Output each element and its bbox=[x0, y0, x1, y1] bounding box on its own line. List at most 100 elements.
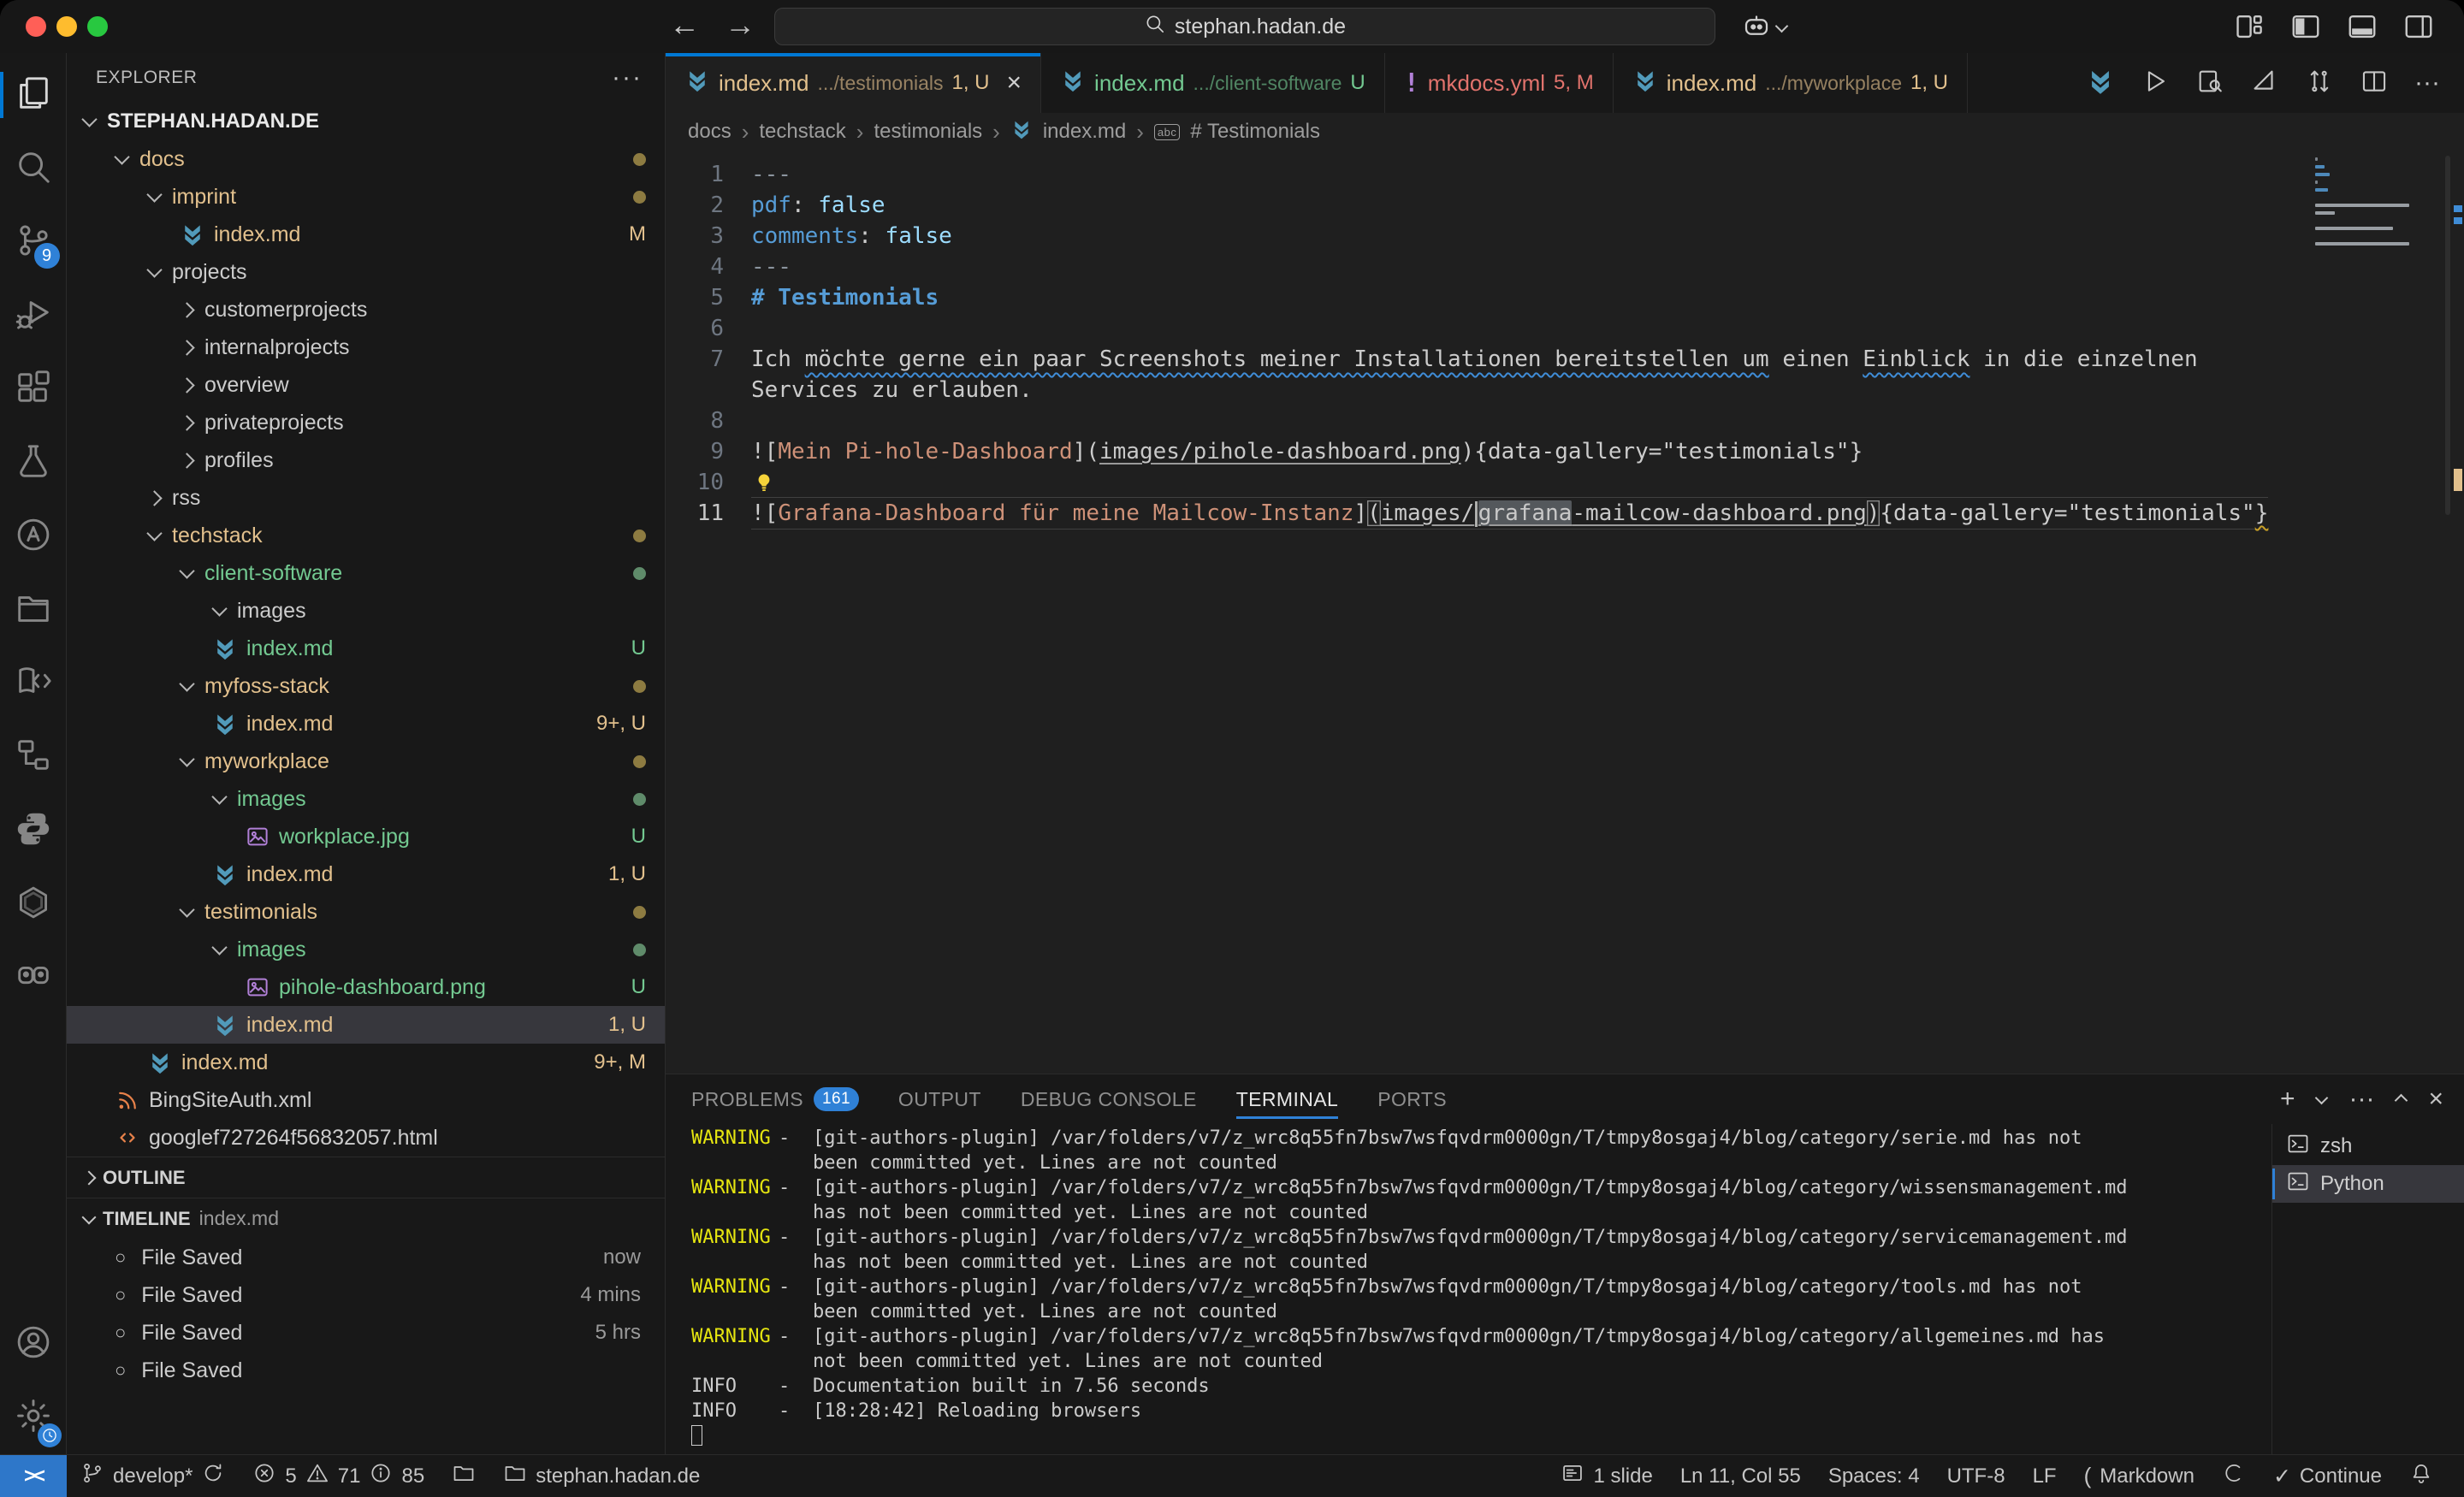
statusbar-indentation[interactable]: Spaces: 4 bbox=[1815, 1464, 1934, 1488]
statusbar-encoding[interactable]: UTF-8 bbox=[1934, 1464, 2019, 1488]
statusbar-cursor-position[interactable]: Ln 11, Col 55 bbox=[1667, 1464, 1815, 1488]
close-panel-icon[interactable]: × bbox=[2428, 1086, 2443, 1112]
breadcrumb-item[interactable]: # Testimonials bbox=[1190, 120, 1320, 144]
open-changes-icon[interactable] bbox=[2305, 67, 2334, 100]
breadcrumb-item[interactable]: testimonials bbox=[874, 120, 982, 144]
panel-tab-output[interactable]: OUTPUT bbox=[898, 1074, 981, 1124]
tree-item-images[interactable]: images bbox=[67, 931, 665, 968]
terminal-instance-Python[interactable]: Python bbox=[2272, 1165, 2464, 1203]
activity-run-and-debug[interactable] bbox=[0, 279, 67, 352]
tab-index.md.../client-software[interactable]: index.md.../client-softwareU bbox=[1041, 53, 1385, 113]
maximize-panel-icon[interactable] bbox=[2395, 1093, 2408, 1107]
timeline-entry[interactable]: ○File Saved bbox=[67, 1352, 665, 1389]
activity-testing[interactable] bbox=[0, 426, 67, 500]
activity-python[interactable] bbox=[0, 794, 67, 867]
breadcrumb-item[interactable]: index.md bbox=[1043, 120, 1126, 144]
tree-item-myworkplace[interactable]: myworkplace bbox=[67, 743, 665, 780]
forward-button[interactable]: → bbox=[719, 7, 761, 43]
tab-mkdocs.yml[interactable]: !mkdocs.yml5, M bbox=[1385, 53, 1614, 113]
tree-item-techstack[interactable]: techstack bbox=[67, 517, 665, 554]
tree-item-privateprojects[interactable]: privateprojects bbox=[67, 404, 665, 441]
toggle-secondary-sidebar-icon[interactable] bbox=[2402, 10, 2435, 47]
tree-item-projects[interactable]: projects bbox=[67, 253, 665, 291]
statusbar-language-loading[interactable] bbox=[2208, 1461, 2260, 1491]
breadcrumb-item[interactable]: docs bbox=[688, 120, 732, 144]
tree-item-index.md[interactable]: index.md1, U bbox=[67, 1006, 665, 1044]
activity-folder-extension[interactable] bbox=[0, 573, 67, 647]
tree-item-workplace.jpg[interactable]: workplace.jpgU bbox=[67, 818, 665, 855]
editor[interactable]: 1---2pdf: false3comments: false4---5# Te… bbox=[666, 151, 2464, 1074]
panel-tab-ports[interactable]: PORTS bbox=[1377, 1074, 1447, 1124]
tree-item-docs[interactable]: docs bbox=[67, 140, 665, 178]
activity-settings[interactable] bbox=[0, 1381, 67, 1454]
panel-more-actions-icon[interactable]: ··· bbox=[2348, 1086, 2374, 1112]
statusbar-notifications[interactable] bbox=[2396, 1461, 2447, 1491]
tree-item-googlef727264f56832057.html[interactable]: googlef727264f56832057.html bbox=[67, 1119, 665, 1157]
tab-index.md.../myworkplace[interactable]: index.md.../myworkplace1, U bbox=[1614, 53, 1968, 113]
statusbar-marp-slides[interactable]: 1 slide bbox=[1547, 1461, 1666, 1491]
more-actions-icon[interactable]: ··· bbox=[2414, 68, 2440, 98]
run-icon[interactable] bbox=[2141, 67, 2170, 100]
tree-item-index.md[interactable]: index.mdU bbox=[67, 630, 665, 667]
close-icon[interactable]: × bbox=[1007, 70, 1022, 96]
tree-item-index.md[interactable]: index.md9+, U bbox=[67, 705, 665, 743]
activity-copilot[interactable] bbox=[0, 941, 67, 1015]
tree-item-BingSiteAuth.xml[interactable]: BingSiteAuth.xml bbox=[67, 1081, 665, 1119]
tree-item-profiles[interactable]: profiles bbox=[67, 441, 665, 479]
minimap[interactable] bbox=[2315, 157, 2418, 246]
tree-item-index.md[interactable]: index.mdM bbox=[67, 216, 665, 253]
statusbar-problems-status[interactable]: 57185 bbox=[239, 1455, 438, 1497]
tree-item-client-software[interactable]: client-software bbox=[67, 554, 665, 592]
tree-item-index.md[interactable]: index.md1, U bbox=[67, 855, 665, 893]
tree-item-internalprojects[interactable]: internalprojects bbox=[67, 328, 665, 366]
panel-tab-terminal[interactable]: TERMINAL bbox=[1236, 1074, 1339, 1124]
tree-item-images[interactable]: images bbox=[67, 592, 665, 630]
tree-item-rss[interactable]: rss bbox=[67, 479, 665, 517]
zoom-window-button[interactable] bbox=[87, 16, 108, 37]
activity-accounts[interactable] bbox=[0, 1307, 67, 1381]
tab-index.md.../testimonials[interactable]: index.md.../testimonials1, U× bbox=[666, 53, 1041, 113]
statusbar-folder-status[interactable] bbox=[438, 1455, 489, 1497]
tree-item-images[interactable]: images bbox=[67, 780, 665, 818]
activity-project-manager[interactable] bbox=[0, 720, 67, 794]
statusbar-eol[interactable]: LF bbox=[2019, 1464, 2070, 1488]
minimize-window-button[interactable] bbox=[56, 16, 77, 37]
timeline-entry[interactable]: ○File Saved4 mins bbox=[67, 1276, 665, 1314]
statusbar-workspace-status[interactable]: stephan.hadan.de bbox=[489, 1455, 714, 1497]
copilot-menu-button[interactable] bbox=[1741, 10, 1786, 45]
timeline-entry[interactable]: ○File Saved5 hrs bbox=[67, 1314, 665, 1352]
tree-item-pihole-dashboard.png[interactable]: pihole-dashboard.pngU bbox=[67, 968, 665, 1006]
terminal-instance-zsh[interactable]: zsh bbox=[2272, 1127, 2464, 1165]
explorer-more-actions-icon[interactable]: ··· bbox=[612, 63, 643, 92]
toggle-panel-icon[interactable] bbox=[2346, 10, 2378, 47]
activity-search[interactable] bbox=[0, 132, 67, 205]
tree-item-myfoss-stack[interactable]: myfoss-stack bbox=[67, 667, 665, 705]
activity-extensions[interactable] bbox=[0, 352, 67, 426]
activity-source-control[interactable]: 9 bbox=[0, 205, 67, 279]
markdown-open-preview-icon[interactable] bbox=[2250, 67, 2279, 100]
tree-item-overview[interactable]: overview bbox=[67, 366, 665, 404]
tree-item-imprint[interactable]: imprint bbox=[67, 178, 665, 216]
panel-tab-debug-console[interactable]: DEBUG CONSOLE bbox=[1021, 1074, 1197, 1124]
tree-root[interactable]: STEPHAN.HADAN.DE bbox=[67, 103, 665, 140]
split-editor-icon[interactable] bbox=[2360, 67, 2389, 100]
customize-layout-icon[interactable] bbox=[2233, 10, 2266, 47]
statusbar-language-mode[interactable]: (Markdown bbox=[2070, 1463, 2208, 1489]
outline-section[interactable]: OUTLINE bbox=[67, 1157, 665, 1198]
timeline-section[interactable]: TIMELINE index.md bbox=[67, 1198, 665, 1239]
tree-item-index.md[interactable]: index.md9+, M bbox=[67, 1044, 665, 1081]
timeline-entry[interactable]: ○File Savednow bbox=[67, 1239, 665, 1276]
new-terminal-button[interactable]: + bbox=[2280, 1086, 2295, 1112]
statusbar-branch-status[interactable]: develop* bbox=[67, 1455, 239, 1497]
panel-tab-problems[interactable]: PROBLEMS161 bbox=[691, 1074, 859, 1124]
back-button[interactable]: ← bbox=[663, 7, 706, 43]
terminal-dropdown-icon[interactable] bbox=[2315, 1091, 2329, 1104]
activity-explorer[interactable] bbox=[0, 58, 67, 132]
open-preview-icon[interactable] bbox=[2195, 67, 2224, 100]
statusbar-continue[interactable]: ✓Continue bbox=[2260, 1464, 2396, 1489]
activity-hex-extension[interactable] bbox=[0, 867, 67, 941]
remote-indicator[interactable]: >< bbox=[0, 1455, 67, 1497]
toggle-primary-sidebar-icon[interactable] bbox=[2289, 10, 2322, 47]
command-center-search[interactable]: stephan.hadan.de bbox=[774, 8, 1715, 45]
activity-live-preview[interactable] bbox=[0, 647, 67, 720]
